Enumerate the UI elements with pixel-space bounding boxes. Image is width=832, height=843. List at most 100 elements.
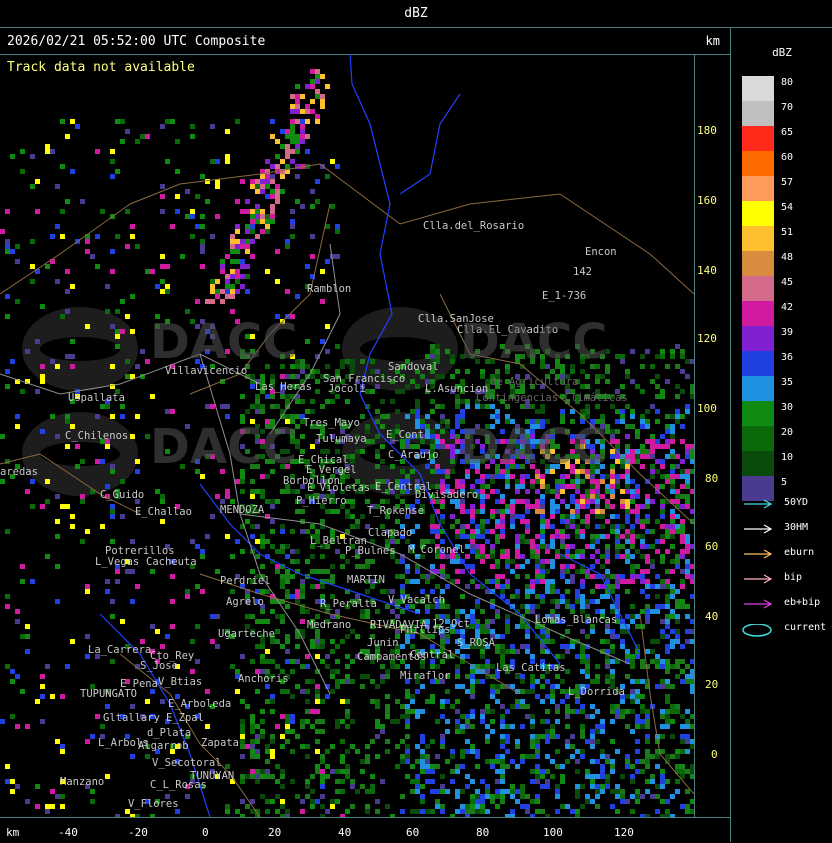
track-legend-item: 50YD: [742, 497, 832, 511]
echo-cell: [520, 514, 525, 519]
echo-cell: [250, 534, 255, 539]
echo-cell: [495, 689, 500, 694]
echo-cell: [560, 409, 565, 414]
echo-cell: [480, 804, 485, 809]
echo-cell: [510, 499, 515, 504]
echo-cell: [305, 149, 310, 154]
echo-cell: [40, 694, 45, 699]
echo-cell: [455, 674, 460, 679]
echo-cell: [420, 754, 425, 759]
echo-cell: [615, 439, 620, 444]
echo-cell: [200, 174, 205, 179]
echo-cell: [585, 674, 590, 679]
echo-cell: [375, 809, 380, 814]
echo-cell: [630, 499, 635, 504]
echo-cell: [600, 509, 605, 514]
echo-cell: [400, 714, 405, 719]
echo-cell: [660, 444, 665, 449]
echo-cell: [100, 209, 105, 214]
echo-cell: [605, 754, 610, 759]
echo-cell: [630, 619, 635, 624]
echo-cell: [335, 799, 340, 804]
echo-cell: [680, 549, 685, 554]
echo-cell: [10, 779, 15, 784]
echo-cell: [275, 139, 280, 144]
echo-cell: [675, 464, 680, 469]
echo-cell: [300, 134, 305, 139]
echo-cell: [295, 509, 300, 514]
echo-cell: [250, 614, 255, 619]
radar-map[interactable]: Clla.del_Rosario Encon 142 E_1-736 Ramblon Cl…: [0, 54, 694, 817]
echo-cell: [525, 604, 530, 609]
echo-cell: [660, 559, 665, 564]
echo-cell: [585, 574, 590, 579]
echo-cell: [300, 359, 305, 364]
echo-cell: [550, 524, 555, 529]
echo-cell: [640, 659, 645, 664]
echo-cell: [160, 279, 165, 284]
echo-cell: [70, 119, 75, 124]
legend-swatch-label: 42: [781, 302, 794, 313]
echo-cell: [315, 69, 320, 74]
echo-cell: [535, 679, 540, 684]
echo-cell: [265, 514, 270, 519]
echo-cell: [490, 764, 495, 769]
echo-cell: [440, 514, 445, 519]
echo-cell: [615, 529, 620, 534]
echo-cell: [565, 724, 570, 729]
echo-cell: [320, 804, 325, 809]
echo-cell: [680, 644, 685, 649]
echo-cell: [485, 789, 490, 794]
echo-cell: [385, 739, 390, 744]
echo-cell: [520, 724, 525, 729]
echo-cell: [420, 374, 425, 379]
echo-cell: [160, 494, 165, 499]
echo-cell: [645, 349, 650, 354]
echo-cell: [505, 739, 510, 744]
echo-cell: [650, 444, 655, 449]
echo-cell: [630, 479, 635, 484]
echo-cell: [255, 489, 260, 494]
echo-cell: [585, 604, 590, 609]
echo-cell: [595, 804, 600, 809]
echo-cell: [465, 714, 470, 719]
echo-cell: [630, 569, 635, 574]
echo-cell: [540, 499, 545, 504]
echo-cell: [315, 114, 320, 119]
echo-cell: [495, 699, 500, 704]
echo-cell: [530, 674, 535, 679]
echo-cell: [535, 604, 540, 609]
echo-cell: [585, 374, 590, 379]
echo-cell: [535, 744, 540, 749]
echo-cell: [600, 724, 605, 729]
echo-cell: [310, 709, 315, 714]
echo-cell: [295, 134, 300, 139]
legend-swatch: [742, 326, 774, 351]
echo-cell: [620, 544, 625, 549]
echo-cell: [660, 779, 665, 784]
echo-cell: [210, 279, 215, 284]
echo-cell: [445, 584, 450, 589]
echo-cell: [670, 469, 675, 474]
echo-cell: [550, 639, 555, 644]
x-tick-label: -40: [58, 826, 78, 839]
echo-cell: [610, 764, 615, 769]
echo-cell: [485, 519, 490, 524]
echo-cell: [685, 499, 690, 504]
place-label: aredas: [0, 466, 38, 478]
echo-cell: [520, 404, 525, 409]
echo-cell: [665, 584, 670, 589]
echo-cell: [345, 809, 350, 814]
echo-cell: [610, 709, 615, 714]
echo-cell: [670, 644, 675, 649]
echo-cell: [640, 539, 645, 544]
echo-cell: [110, 539, 115, 544]
echo-cell: [315, 369, 320, 374]
echo-cell: [575, 509, 580, 514]
echo-cell: [535, 754, 540, 759]
echo-cell: [395, 409, 400, 414]
echo-cell: [280, 524, 285, 529]
echo-cell: [645, 619, 650, 624]
echo-cell: [615, 419, 620, 424]
echo-cell: [35, 784, 40, 789]
